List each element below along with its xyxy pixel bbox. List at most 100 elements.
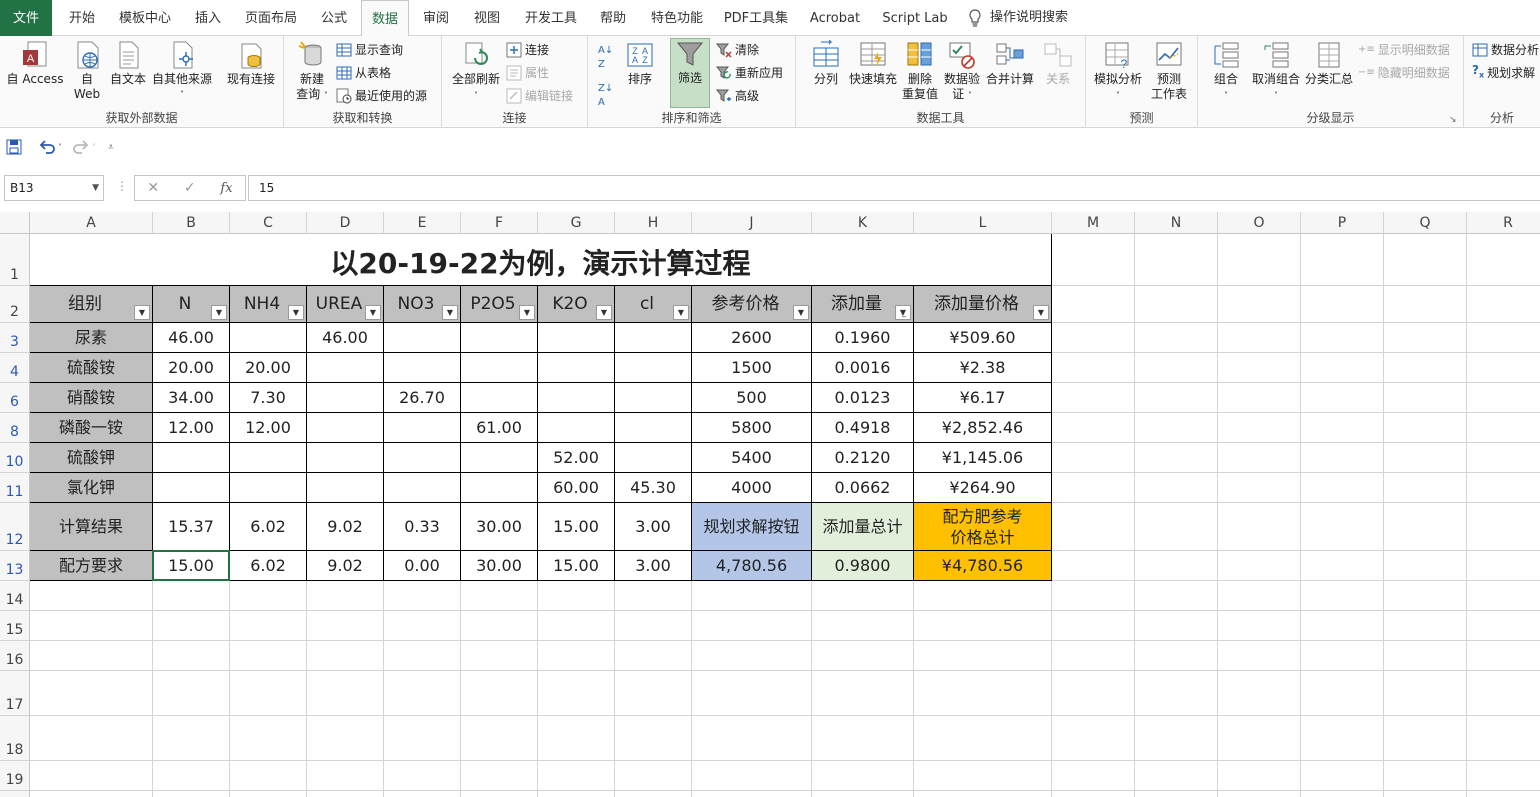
filter-dropdown-icon[interactable]: ▼ (519, 305, 535, 320)
grid-cell[interactable] (1218, 791, 1301, 797)
table-cell[interactable] (461, 473, 538, 503)
grid-cell[interactable] (914, 671, 1052, 716)
grid-cell[interactable] (1467, 286, 1540, 323)
solver-button-cell[interactable]: 规划求解按钮 (692, 503, 812, 551)
column-header[interactable]: P (1301, 212, 1384, 234)
table-cell[interactable]: 0.33 (384, 503, 461, 551)
grid-cell[interactable] (1135, 551, 1218, 581)
grid-cell[interactable] (1301, 581, 1384, 611)
grid-cell[interactable] (1384, 761, 1467, 791)
grid-cell[interactable] (1135, 323, 1218, 353)
grid-cell[interactable] (30, 611, 153, 641)
grid-cell[interactable] (1052, 413, 1135, 443)
grid-cell[interactable] (812, 581, 914, 611)
grid-cell[interactable] (1384, 611, 1467, 641)
grid-cell[interactable] (1301, 234, 1384, 286)
grid-cell[interactable] (1467, 761, 1540, 791)
show-detail-button[interactable]: +≡ 显示明细数据 (1358, 40, 1450, 60)
grid-cell[interactable] (461, 581, 538, 611)
column-header[interactable]: G (538, 212, 615, 234)
grid-cell[interactable] (1384, 353, 1467, 383)
table-cell[interactable] (384, 443, 461, 473)
grid-cell[interactable] (1301, 323, 1384, 353)
grid-cell[interactable] (1467, 551, 1540, 581)
table-header-cell[interactable]: NH4 ▼ (230, 286, 307, 323)
new-query-button[interactable]: 新建 查询 ˅ (292, 40, 332, 103)
table-cell[interactable]: 5800 (692, 413, 812, 443)
table-cell[interactable] (384, 473, 461, 503)
table-cell[interactable]: 0.9800 (812, 551, 914, 581)
table-cell[interactable] (615, 383, 692, 413)
grid-cell[interactable] (1218, 716, 1301, 761)
grid-cell[interactable] (1467, 473, 1540, 503)
row-header[interactable]: 1 (0, 234, 30, 286)
table-cell[interactable]: 46.00 (307, 323, 384, 353)
column-header[interactable]: H (615, 212, 692, 234)
grid-cell[interactable] (1301, 383, 1384, 413)
grid-cell[interactable] (30, 671, 153, 716)
column-header[interactable]: C (230, 212, 307, 234)
grid-cell[interactable] (1052, 641, 1135, 671)
hide-detail-button[interactable]: −≡ 隐藏明细数据 (1358, 63, 1450, 83)
grid-cell[interactable] (461, 716, 538, 761)
grid-cell[interactable] (1052, 611, 1135, 641)
table-cell[interactable] (461, 443, 538, 473)
grid-cell[interactable] (1467, 611, 1540, 641)
grid-cell[interactable] (538, 791, 615, 797)
grid-cell[interactable] (1384, 716, 1467, 761)
from-access-button[interactable]: A 自 Access (4, 40, 66, 87)
table-cell[interactable] (538, 383, 615, 413)
table-cell[interactable]: ¥6.17 (914, 383, 1052, 413)
grid-cell[interactable] (538, 581, 615, 611)
data-validation-button[interactable]: 数据验 证 ˅ (942, 40, 982, 103)
grid-cell[interactable] (1218, 443, 1301, 473)
grid-cell[interactable] (1218, 551, 1301, 581)
row-label-cell[interactable]: 尿素 (30, 323, 153, 353)
grid-cell[interactable] (1052, 791, 1135, 797)
grid-cell[interactable] (812, 791, 914, 797)
grid-cell[interactable] (812, 716, 914, 761)
table-cell[interactable]: 5400 (692, 443, 812, 473)
table-cell[interactable]: 26.70 (384, 383, 461, 413)
tab-insert[interactable]: 插入 (184, 0, 232, 36)
advanced-filter-button[interactable]: 高级 (716, 86, 759, 106)
grid-cell[interactable] (384, 611, 461, 641)
grid-cell[interactable] (1052, 761, 1135, 791)
grid-cell[interactable] (230, 791, 307, 797)
tab-template-center[interactable]: 模板中心 (110, 0, 180, 36)
grid-cell[interactable] (1467, 671, 1540, 716)
grid-cell[interactable] (1135, 503, 1218, 551)
row-header[interactable]: 11 (0, 473, 30, 503)
table-cell[interactable] (153, 473, 230, 503)
grid-cell[interactable] (1218, 611, 1301, 641)
grid-cell[interactable] (1052, 286, 1135, 323)
grid-cell[interactable] (153, 671, 230, 716)
table-header-cell[interactable]: NO3 ▼ (384, 286, 461, 323)
reapply-button[interactable]: 重新应用 (716, 63, 783, 83)
grid-cell[interactable] (1301, 353, 1384, 383)
table-cell[interactable] (538, 413, 615, 443)
table-header-cell[interactable]: 添加量价格 ▼ (914, 286, 1052, 323)
row-header[interactable]: 10 (0, 443, 30, 473)
grid-cell[interactable] (1052, 443, 1135, 473)
show-queries-button[interactable]: 显示查询 (336, 40, 403, 60)
grid-cell[interactable] (384, 581, 461, 611)
table-cell[interactable]: 9.02 (307, 551, 384, 581)
grid-cell[interactable] (230, 761, 307, 791)
ungroup-button[interactable]: 取消组合 ˅ (1250, 40, 1302, 103)
grid-cell[interactable] (692, 611, 812, 641)
grid-cell[interactable] (1301, 551, 1384, 581)
sort-az-button[interactable]: A↓ Z (598, 44, 613, 72)
table-cell[interactable]: 9.02 (307, 503, 384, 551)
row-label-cell[interactable]: 磷酸一铵 (30, 413, 153, 443)
row-label-cell[interactable]: 硫酸钾 (30, 443, 153, 473)
table-cell[interactable]: 30.00 (461, 551, 538, 581)
tab-file[interactable]: 文件 (0, 0, 52, 36)
tab-pdf-tools[interactable]: PDF工具集 (718, 0, 794, 36)
grid-cell[interactable] (1218, 413, 1301, 443)
table-cell[interactable]: ¥264.90 (914, 473, 1052, 503)
grid-cell[interactable] (1301, 611, 1384, 641)
grid-cell[interactable] (1218, 671, 1301, 716)
table-cell[interactable]: 46.00 (153, 323, 230, 353)
grid-cell[interactable] (914, 791, 1052, 797)
